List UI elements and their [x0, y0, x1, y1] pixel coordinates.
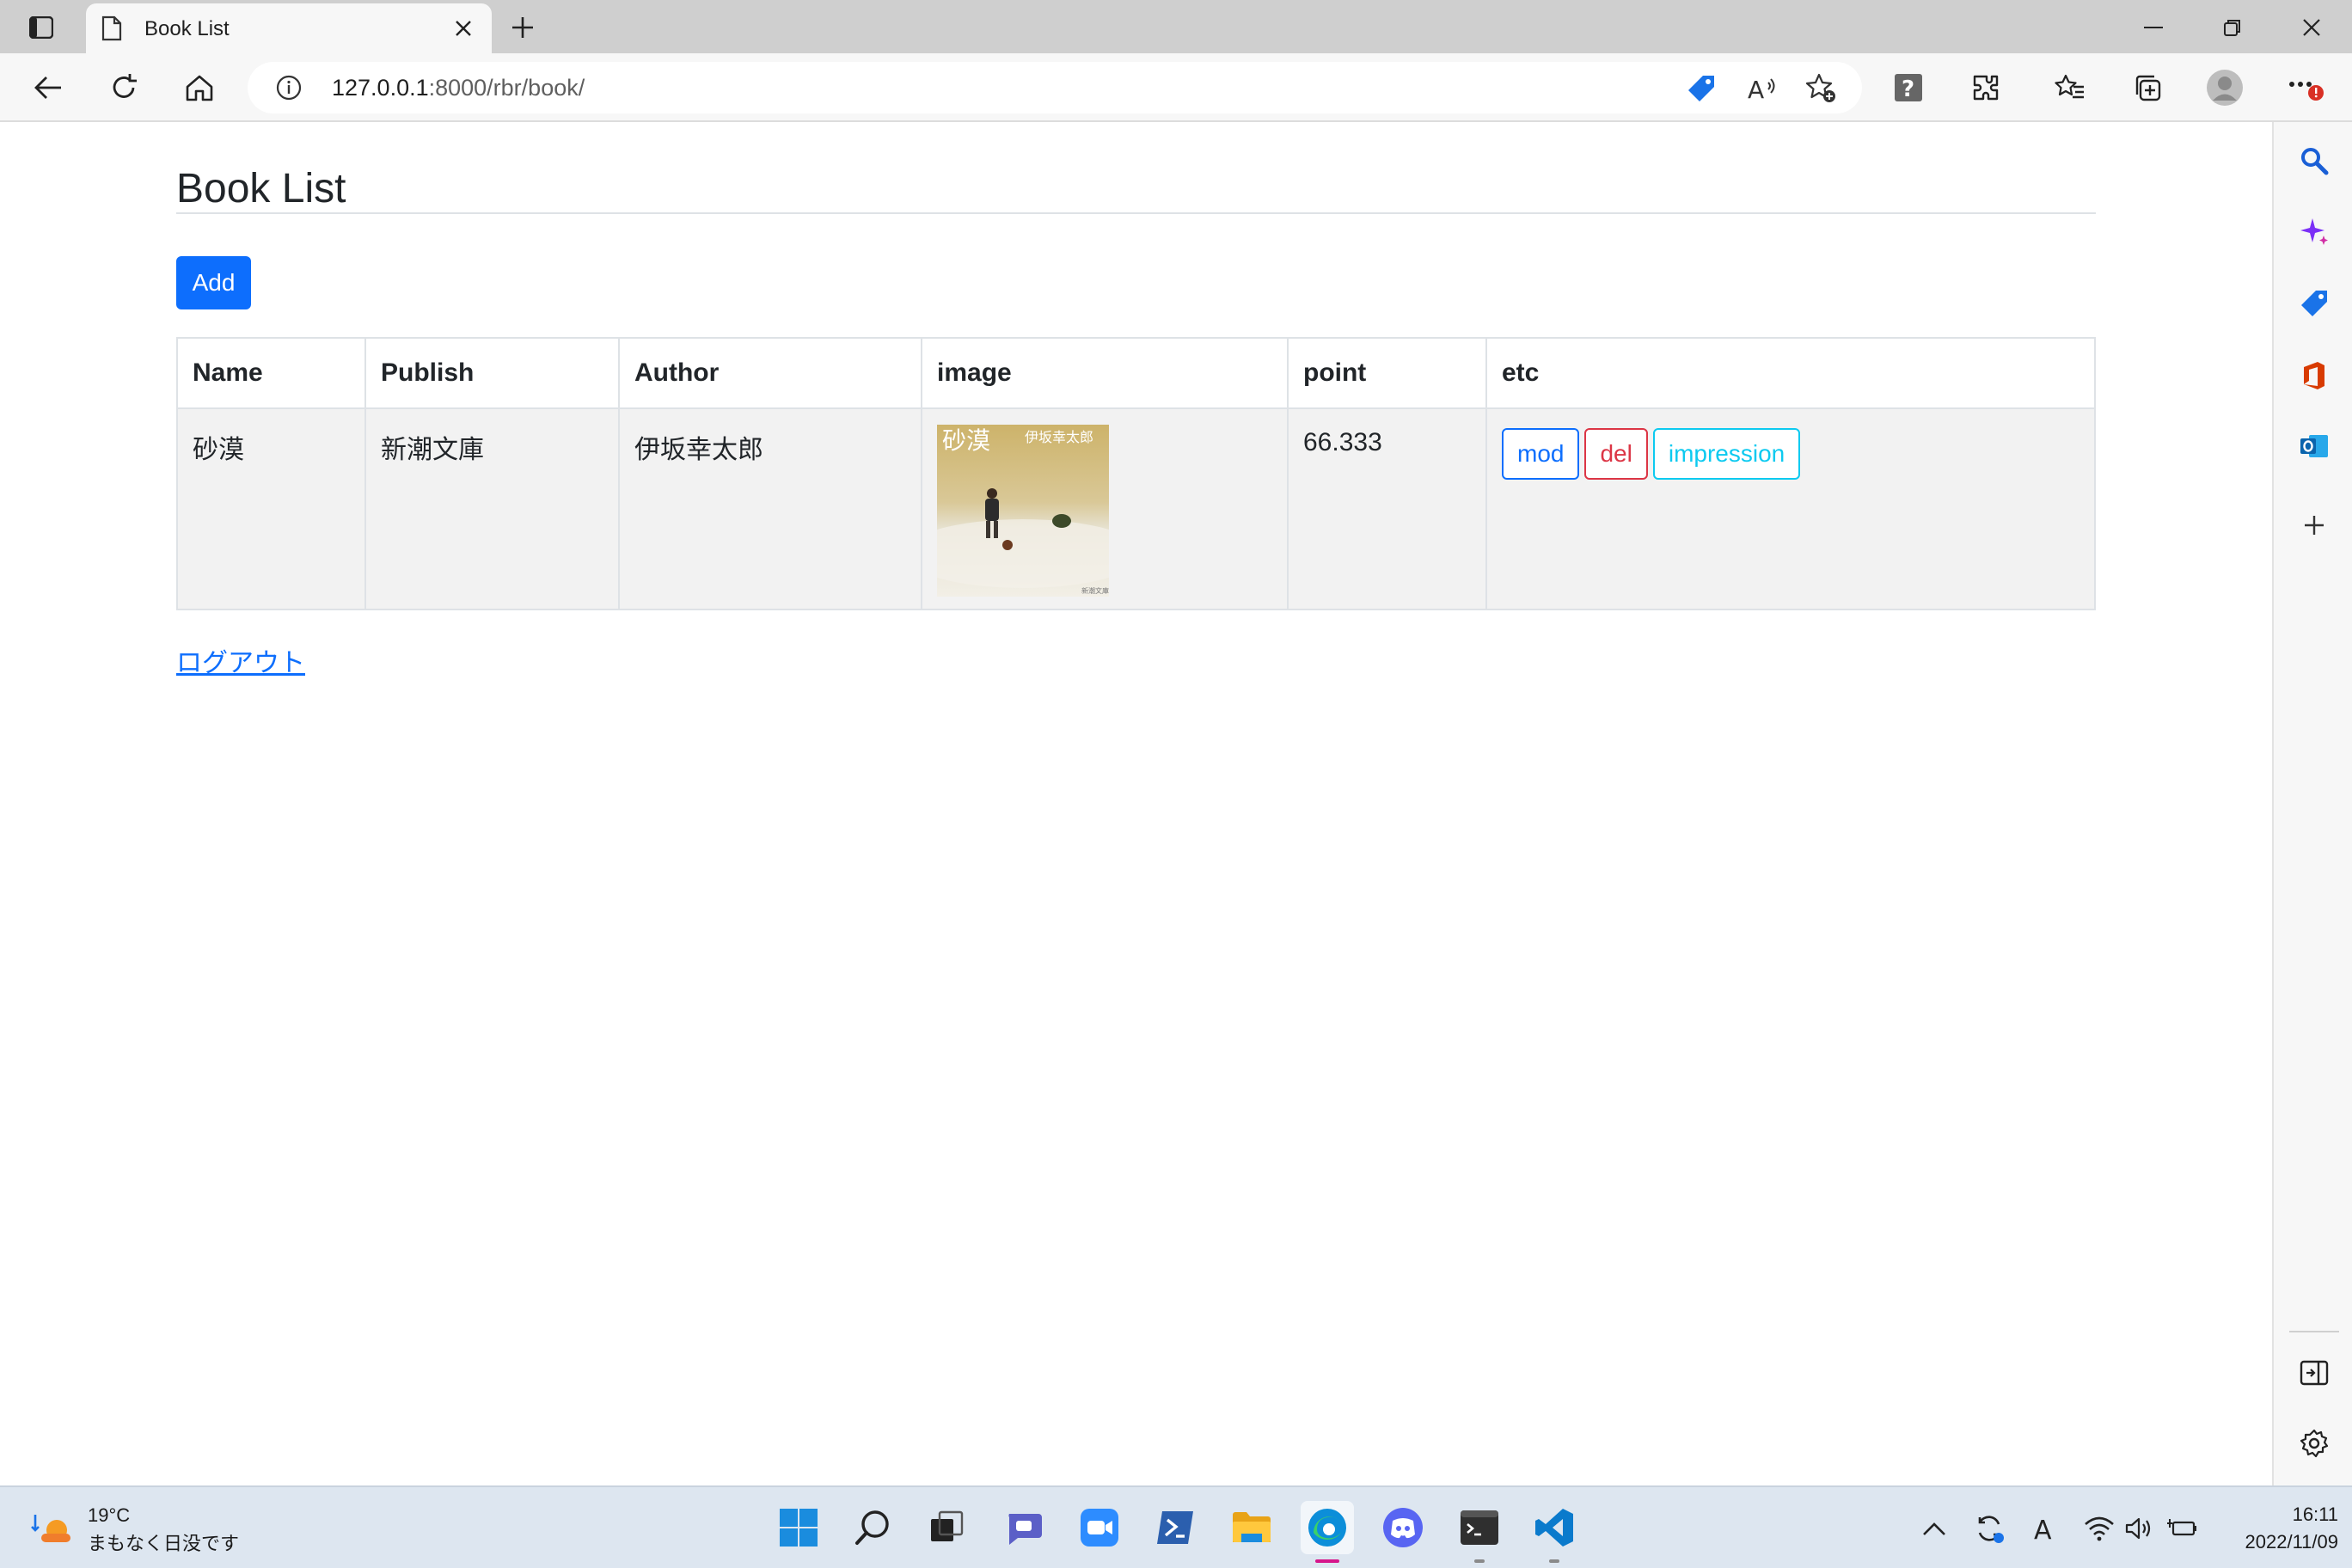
start-icon[interactable] — [772, 1501, 825, 1554]
clock-date: 2022/11/09 — [2245, 1531, 2338, 1553]
impression-button[interactable]: impression — [1652, 428, 1801, 480]
book-table: Name Publish Author image point etc 砂漠 新… — [176, 337, 2096, 610]
cell-publish: 新潮文庫 — [364, 407, 620, 610]
add-button[interactable]: Add — [176, 256, 251, 309]
svg-text:?: ? — [1902, 77, 1914, 102]
cell-point: 66.333 — [1287, 407, 1487, 610]
column-header-name: Name — [176, 337, 366, 409]
table-header-row: Name Publish Author image point etc — [176, 337, 2096, 409]
search-taskbar-icon[interactable] — [847, 1501, 900, 1554]
volume-icon[interactable] — [2120, 1510, 2158, 1547]
page-icon — [101, 15, 127, 43]
add-favorite-icon[interactable] — [1805, 72, 1838, 105]
copilot-sparkle-icon[interactable] — [2294, 211, 2334, 251]
cell-name: 砂漠 — [176, 407, 366, 610]
tab-actions-icon[interactable] — [19, 10, 64, 45]
refresh-icon[interactable] — [103, 67, 144, 108]
weather-temperature: 19°C — [88, 1504, 131, 1526]
column-header-point: point — [1287, 337, 1487, 409]
cell-author: 伊坂幸太郎 — [618, 407, 922, 610]
del-button[interactable]: del — [1584, 428, 1648, 480]
column-header-image: image — [921, 337, 1289, 409]
back-icon[interactable] — [28, 67, 69, 108]
column-header-author: Author — [618, 337, 922, 409]
discord-icon[interactable] — [1376, 1501, 1430, 1554]
url-text: 127.0.0.1:8000/rbr/book/ — [332, 75, 585, 101]
url-host: 127.0.0.1 — [332, 75, 429, 101]
home-icon[interactable] — [179, 67, 220, 108]
zoom-icon[interactable] — [1073, 1501, 1126, 1554]
new-tab-icon[interactable] — [505, 10, 540, 45]
tab-strip: Book List — [0, 0, 2352, 53]
chevron-up-icon[interactable] — [1915, 1510, 1953, 1547]
column-header-publish: Publish — [364, 337, 620, 409]
help-extension-icon[interactable]: ? — [1890, 69, 1927, 107]
system-clock[interactable]: 16:11 2022/11/09 — [2209, 1501, 2338, 1556]
cell-image: 砂漠 伊坂幸太郎 新潮文庫 — [921, 407, 1289, 610]
close-window-icon[interactable] — [2290, 9, 2333, 46]
clock-time: 16:11 — [2292, 1504, 2338, 1525]
search-icon[interactable] — [2294, 141, 2334, 181]
tab-title: Book List — [144, 17, 230, 40]
active-indicator — [1315, 1559, 1339, 1563]
task-view-icon[interactable] — [920, 1501, 973, 1554]
mod-button[interactable]: mod — [1502, 428, 1580, 480]
svg-text:A: A — [2034, 1516, 2052, 1542]
svg-text:新潮文庫: 新潮文庫 — [1081, 586, 1109, 595]
ime-mode-icon[interactable]: A — [2025, 1510, 2063, 1547]
browser-tab[interactable]: Book List — [86, 3, 492, 53]
file-explorer-icon[interactable] — [1225, 1501, 1278, 1554]
shopping-icon[interactable] — [2294, 284, 2334, 323]
cover-title: 砂漠 — [942, 426, 990, 455]
weather-sunset-icon — [31, 1515, 70, 1542]
minimize-icon[interactable] — [2132, 9, 2175, 46]
edge-sidebar — [2272, 122, 2352, 1485]
cell-actions: mod del impression — [1485, 407, 2096, 610]
close-tab-icon[interactable] — [450, 15, 476, 41]
logout-link[interactable]: ログアウト — [176, 641, 305, 679]
vscode-icon[interactable] — [1528, 1501, 1581, 1563]
running-indicator — [1549, 1559, 1559, 1563]
book-cover-image: 砂漠 伊坂幸太郎 新潮文庫 — [937, 425, 1109, 597]
wifi-icon[interactable] — [2080, 1510, 2118, 1547]
hide-sidebar-icon[interactable] — [2294, 1353, 2334, 1393]
table-row: 砂漠 新潮文庫 伊坂幸太郎 砂漠 伊坂幸太郎 新潮文庫 66.333 mod d… — [176, 407, 2096, 610]
outlook-icon[interactable] — [2294, 426, 2334, 466]
page-content: Book List Add Name Publish Author image … — [0, 122, 2272, 1485]
add-sidebar-app-icon[interactable] — [2294, 505, 2334, 545]
shopping-tag-icon[interactable] — [1685, 72, 1718, 105]
browser-toolbar: 127.0.0.1:8000/rbr/book/ A ? — [0, 53, 2352, 122]
column-header-etc: etc — [1485, 337, 2096, 409]
title-divider — [176, 212, 2096, 214]
powershell-icon[interactable] — [1148, 1501, 1202, 1554]
read-aloud-icon[interactable]: A — [1745, 72, 1778, 105]
svg-text:A: A — [1748, 76, 1764, 103]
office-icon[interactable] — [2294, 356, 2334, 395]
teams-chat-icon[interactable] — [997, 1501, 1050, 1554]
cover-author: 伊坂幸太郎 — [1025, 429, 1093, 445]
settings-more-icon[interactable] — [2287, 69, 2324, 107]
sidebar-divider — [2289, 1331, 2339, 1332]
address-bar[interactable]: 127.0.0.1:8000/rbr/book/ A — [248, 62, 1862, 113]
url-path: :8000/rbr/book/ — [428, 75, 585, 101]
weather-description: まもなく日没です — [88, 1533, 240, 1554]
extensions-icon[interactable] — [1967, 69, 2005, 107]
terminal-icon[interactable] — [1453, 1501, 1506, 1563]
site-info-icon[interactable] — [275, 74, 303, 101]
weather-widget[interactable]: 19°C まもなく日没です — [31, 1503, 254, 1554]
battery-icon[interactable] — [2163, 1510, 2201, 1547]
page-title: Book List — [176, 166, 346, 211]
restore-icon[interactable] — [2211, 9, 2254, 46]
windows-taskbar: 19°C まもなく日没です A 16:11 2022/11/09 — [0, 1485, 2352, 1568]
edge-browser-icon[interactable] — [1301, 1501, 1354, 1563]
favorites-icon[interactable] — [2051, 69, 2089, 107]
sidebar-settings-gear-icon[interactable] — [2294, 1424, 2334, 1463]
running-indicator — [1474, 1559, 1485, 1563]
profile-avatar-icon[interactable] — [2206, 69, 2244, 107]
collections-icon[interactable] — [2128, 69, 2166, 107]
sync-icon[interactable] — [1970, 1510, 2008, 1547]
